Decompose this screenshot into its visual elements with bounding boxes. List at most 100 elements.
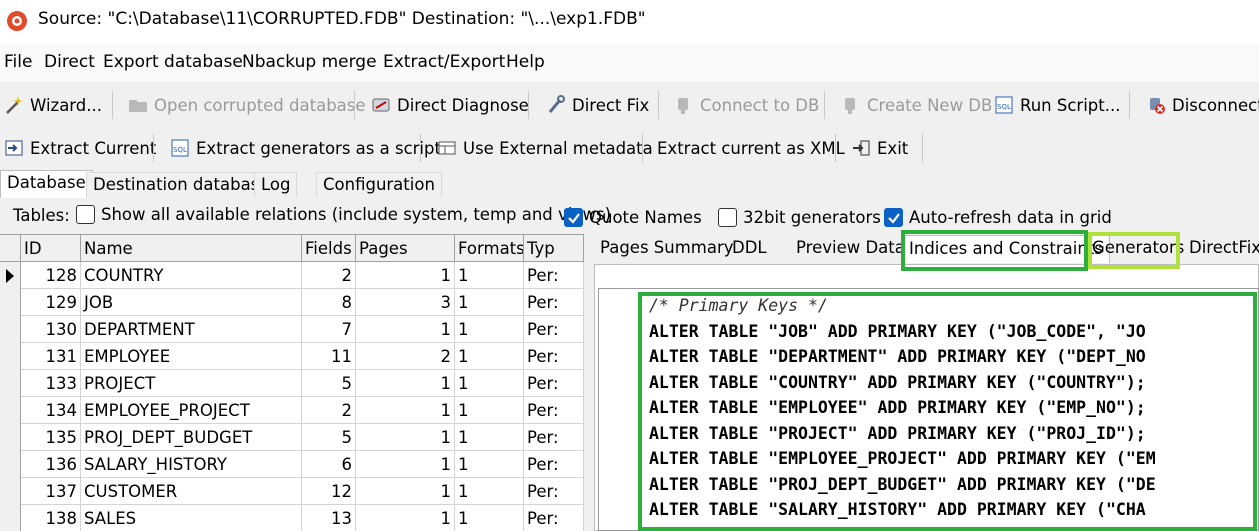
cell-id[interactable]: 131: [21, 343, 81, 370]
menu-nbackup-merge[interactable]: Nbackup merge: [242, 52, 377, 72]
create-new-db-button[interactable]: Create New DB: [840, 91, 992, 119]
cell-pages[interactable]: 1: [356, 262, 455, 289]
table-row[interactable]: 136 SALARY_HISTORY 6 1 1 Per:: [0, 451, 584, 478]
quote-names-checkbox[interactable]: Quote Names: [564, 208, 702, 227]
cell-formats[interactable]: 1: [455, 451, 524, 478]
cell-formats[interactable]: 1: [455, 316, 524, 343]
tab-configuration[interactable]: Configuration: [316, 172, 442, 198]
cell-fields[interactable]: 8: [302, 289, 356, 316]
cell-name[interactable]: DEPARTMENT: [81, 316, 302, 343]
column-header-fields[interactable]: Fields: [302, 235, 356, 262]
cell-fields[interactable]: 6: [302, 451, 356, 478]
cell-type[interactable]: Per:: [524, 424, 584, 451]
cell-id[interactable]: 133: [21, 370, 81, 397]
cell-pages[interactable]: 1: [356, 478, 455, 505]
cell-name[interactable]: SALES: [81, 505, 302, 531]
cell-id[interactable]: 128: [21, 262, 81, 289]
menu-file[interactable]: File: [4, 52, 32, 72]
cell-fields[interactable]: 13: [302, 505, 356, 531]
extract-current-button[interactable]: Extract Current: [3, 134, 156, 162]
cell-fields[interactable]: 5: [302, 370, 356, 397]
cell-pages[interactable]: 3: [356, 289, 455, 316]
tables-grid[interactable]: ID Name Fields Pages Formats Typ 128 COUN…: [0, 234, 584, 531]
show-all-relations-checkbox[interactable]: Show all available relations (include sy…: [76, 205, 611, 224]
cell-type[interactable]: Per:: [524, 289, 584, 316]
use-external-metadata-button[interactable]: Use External metadata: [436, 134, 653, 162]
cell-id[interactable]: 137: [21, 478, 81, 505]
cell-fields[interactable]: 7: [302, 316, 356, 343]
tab-indices-and-constraints[interactable]: Indices and Constraints: [902, 235, 1110, 263]
table-row[interactable]: 129 JOB 8 3 1 Per:: [0, 289, 584, 316]
table-row[interactable]: 137 CUSTOMER 12 1 1 Per:: [0, 478, 584, 505]
disconnect-button[interactable]: Disconnect: [1145, 91, 1259, 119]
cell-id[interactable]: 130: [21, 316, 81, 343]
cell-pages[interactable]: 2: [356, 343, 455, 370]
tab-directfix[interactable]: DirectFix: [1183, 235, 1259, 263]
cell-formats[interactable]: 1: [455, 478, 524, 505]
cell-type[interactable]: Per:: [524, 343, 584, 370]
cell-pages[interactable]: 1: [356, 370, 455, 397]
cell-name[interactable]: CUSTOMER: [81, 478, 302, 505]
menu-help[interactable]: Help: [506, 52, 545, 72]
extract-xml-button[interactable]: Extract current as XML: [657, 134, 845, 162]
menu-export-database[interactable]: Export database: [103, 52, 243, 72]
cell-pages[interactable]: 1: [356, 424, 455, 451]
table-row[interactable]: 130 DEPARTMENT 7 1 1 Per:: [0, 316, 584, 343]
cell-name[interactable]: JOB: [81, 289, 302, 316]
cell-pages[interactable]: 1: [356, 316, 455, 343]
table-row[interactable]: 133 PROJECT 5 1 1 Per:: [0, 370, 584, 397]
tab-log[interactable]: Log: [254, 172, 298, 198]
tab-database[interactable]: Database: [0, 170, 93, 198]
cell-fields[interactable]: 5: [302, 424, 356, 451]
cell-formats[interactable]: 1: [455, 343, 524, 370]
cell-formats[interactable]: 1: [455, 397, 524, 424]
cell-pages[interactable]: 1: [356, 451, 455, 478]
cell-type[interactable]: Per:: [524, 505, 584, 531]
cell-id[interactable]: 136: [21, 451, 81, 478]
run-script-button[interactable]: SQL Run Script...: [993, 91, 1120, 119]
cell-name[interactable]: EMPLOYEE: [81, 343, 302, 370]
direct-fix-button[interactable]: Direct Fix: [545, 91, 649, 119]
cell-formats[interactable]: 1: [455, 424, 524, 451]
cell-name[interactable]: COUNTRY: [81, 262, 302, 289]
cell-type[interactable]: Per:: [524, 397, 584, 424]
table-row[interactable]: 138 SALES 13 1 1 Per:: [0, 505, 584, 531]
tab-pages-summary[interactable]: Pages Summary: [594, 235, 740, 263]
connect-to-db-button[interactable]: Connect to DB: [673, 91, 819, 119]
cell-name[interactable]: SALARY_HISTORY: [81, 451, 302, 478]
cell-name[interactable]: PROJECT: [81, 370, 302, 397]
column-header-id[interactable]: ID: [21, 235, 81, 262]
menu-extract-export[interactable]: Extract/Export: [383, 52, 505, 72]
column-header-name[interactable]: Name: [81, 235, 302, 262]
cell-fields[interactable]: 2: [302, 262, 356, 289]
cell-name[interactable]: EMPLOYEE_PROJECT: [81, 397, 302, 424]
cell-id[interactable]: 135: [21, 424, 81, 451]
cell-formats[interactable]: 1: [455, 262, 524, 289]
32bit-generators-checkbox[interactable]: 32bit generators: [718, 208, 881, 227]
column-header-formats[interactable]: Formats: [455, 235, 524, 262]
wizard-button[interactable]: Wizard...: [3, 91, 102, 119]
menu-direct[interactable]: Direct: [44, 52, 95, 72]
cell-name[interactable]: PROJ_DEPT_BUDGET: [81, 424, 302, 451]
extract-generators-button[interactable]: SQL Extract generators as a script: [169, 134, 441, 162]
direct-diagnose-button[interactable]: Direct Diagnose: [370, 91, 529, 119]
tab-destination-database[interactable]: Destination database: [86, 172, 277, 198]
tab-generators[interactable]: Generators: [1086, 235, 1190, 263]
cell-formats[interactable]: 1: [455, 505, 524, 531]
cell-fields[interactable]: 2: [302, 397, 356, 424]
cell-type[interactable]: Per:: [524, 316, 584, 343]
tab-preview-data[interactable]: Preview Data: [790, 235, 911, 263]
pane-splitter[interactable]: [584, 234, 591, 531]
cell-type[interactable]: Per:: [524, 478, 584, 505]
auto-refresh-checkbox[interactable]: Auto-refresh data in grid: [884, 208, 1112, 227]
cell-formats[interactable]: 1: [455, 289, 524, 316]
cell-formats[interactable]: 1: [455, 370, 524, 397]
cell-id[interactable]: 134: [21, 397, 81, 424]
tab-ddl[interactable]: DDL: [726, 235, 773, 263]
table-row[interactable]: 131 EMPLOYEE 11 2 1 Per:: [0, 343, 584, 370]
ddl-code-editor[interactable]: /* Primary Keys */ ALTER TABLE "JOB" ADD …: [598, 288, 1259, 531]
cell-pages[interactable]: 1: [356, 397, 455, 424]
column-header-type[interactable]: Typ: [524, 235, 584, 262]
column-header-pages[interactable]: Pages: [356, 235, 455, 262]
cell-fields[interactable]: 11: [302, 343, 356, 370]
